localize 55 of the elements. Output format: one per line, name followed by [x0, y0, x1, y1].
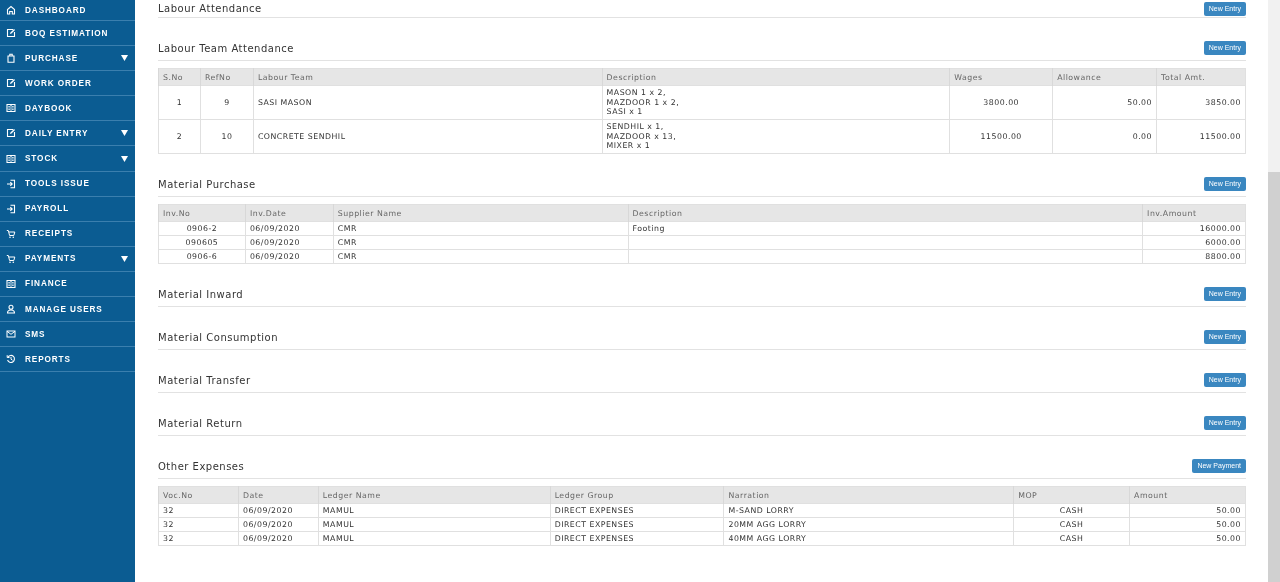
sidebar-label: TOOLS ISSUE [25, 179, 91, 189]
sidebar-item[interactable]: SMS [0, 322, 135, 348]
book-icon [6, 279, 16, 289]
sidebar-label: DAYBOOK [25, 103, 74, 113]
sidebar-item[interactable]: REPORTS [0, 347, 135, 373]
sidebar-label: FINANCE [25, 279, 69, 289]
cart-icon [6, 253, 16, 264]
edit-icon [6, 78, 16, 89]
section-title: Material Consumption [158, 331, 279, 343]
sidebar-label: PURCHASE [25, 53, 80, 63]
section-title: Material Transfer [158, 374, 251, 386]
book-icon [6, 103, 16, 114]
sidebar-item[interactable]: DAYBOOK [0, 96, 135, 122]
sidebar-item[interactable]: BOQ ESTIMATION [0, 21, 135, 47]
section-title: Labour Attendance [158, 3, 262, 14]
section-title: Labour Team Attendance [158, 42, 294, 54]
bag-icon [6, 53, 16, 64]
sidebar-item[interactable]: DAILY ENTRY [0, 121, 135, 147]
section-title: Material Purchase [158, 178, 256, 190]
sign-in-icon [6, 203, 16, 214]
scrollbar[interactable] [1268, 0, 1280, 582]
sidebar-item[interactable]: PURCHASE [0, 46, 135, 72]
section-title: Other Expenses [158, 460, 245, 472]
sidebar-label: DASHBOARD [25, 5, 88, 15]
sidebar-label: RECEIPTS [25, 229, 75, 239]
sidebar-label: DAILY ENTRY [25, 128, 90, 138]
edit-icon [6, 128, 16, 139]
sidebar-label: PAYMENTS [25, 254, 78, 264]
mail-icon [6, 330, 16, 339]
sidebar-item[interactable]: DASHBOARD [0, 0, 135, 21]
sidebar-item[interactable]: WORK ORDER [0, 71, 135, 97]
history-icon [6, 354, 16, 365]
sidebar-label: MANAGE USERS [25, 304, 104, 314]
cart-icon [6, 228, 16, 239]
sidebar-item[interactable]: TOOLS ISSUE [0, 171, 135, 197]
sidebar-label: STOCK [25, 154, 59, 163]
sidebar-item[interactable]: FINANCE [0, 271, 135, 298]
sidebar-label: REPORTS [25, 354, 72, 364]
sidebar-label: BOQ ESTIMATION [25, 28, 110, 38]
sidebar-label: SMS [25, 329, 47, 339]
sidebar-label: WORK ORDER [25, 78, 93, 88]
user-icon [6, 304, 16, 315]
section-title: Material Inward [158, 288, 244, 300]
sidebar-label: PAYROLL [25, 204, 71, 214]
section-title: Material Return [158, 417, 243, 429]
home-icon [6, 5, 16, 15]
sidebar-item[interactable]: RECEIPTS [0, 221, 135, 247]
sign-in-icon [6, 178, 16, 189]
sidebar-item[interactable]: PAYROLL [0, 196, 135, 222]
sidebar-item[interactable]: PAYMENTS [0, 246, 135, 272]
sidebar-item[interactable]: STOCK [0, 146, 135, 172]
scrollbar-thumb[interactable] [1268, 172, 1280, 582]
edit-icon [6, 28, 16, 39]
book-icon [6, 153, 16, 164]
sidebar-item[interactable]: MANAGE USERS [0, 297, 135, 323]
